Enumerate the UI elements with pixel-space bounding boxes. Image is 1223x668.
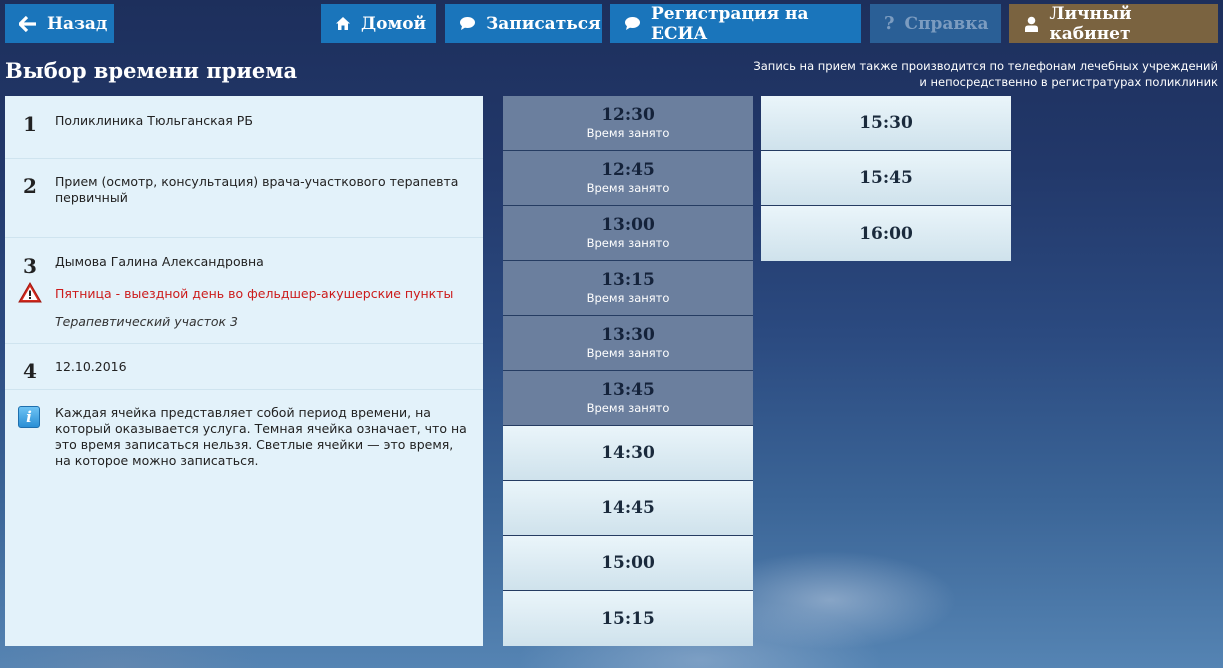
slot-status: Время занято	[586, 181, 670, 195]
step-number: 4	[23, 359, 37, 383]
district-text: Терапевтический участок 3	[55, 314, 238, 329]
esia-registration-button[interactable]: Регистрация на ЕСИА	[610, 3, 861, 44]
help-button-label: Справка	[904, 13, 989, 34]
warning-text: Пятница - выездной день во фельдшер-акуш…	[55, 286, 454, 301]
user-icon	[1023, 15, 1039, 33]
question-icon: ?	[884, 13, 895, 34]
doctor-name: Дымова Галина Александровна	[55, 254, 264, 269]
time-slot-available[interactable]: 14:30	[503, 426, 753, 481]
slot-time: 13:30	[601, 325, 655, 345]
step-number: 2	[23, 174, 37, 198]
step-doctor: 3 Дымова Галина Александровна Пятница - …	[5, 238, 483, 344]
clinic-name: Поликлиника Тюльганская РБ	[55, 113, 253, 128]
step-date: 4 12.10.2016	[5, 344, 483, 390]
help-button[interactable]: ? Справка	[870, 4, 1001, 43]
step-service: 2 Прием (осмотр, консультация) врача-уча…	[5, 159, 483, 238]
step-number: 1	[23, 112, 37, 136]
time-slot-busy: 13:15 Время занято	[503, 261, 753, 316]
step-clinic: 1 Поликлиника Тюльганская РБ	[5, 96, 483, 159]
personal-cabinet-button[interactable]: Личный кабинет	[1009, 3, 1218, 44]
slot-time: 15:15	[601, 608, 655, 629]
home-button-label: Домой	[361, 13, 427, 34]
slot-time: 15:00	[601, 553, 655, 573]
arrow-left-icon	[19, 15, 37, 33]
personal-cabinet-button-label: Личный кабинет	[1049, 3, 1132, 44]
time-slot-available[interactable]: 15:15	[503, 591, 753, 646]
warning-triangle-icon	[18, 282, 42, 303]
time-slot-busy: 12:30 Время занято	[503, 96, 753, 151]
slot-status: Время занято	[586, 291, 670, 305]
time-slot-busy: 12:45 Время занято	[503, 151, 753, 206]
phone-notice: Запись на прием также производится по те…	[698, 58, 1218, 90]
phone-notice-line1: Запись на прием также производится по те…	[753, 59, 1218, 73]
slot-time: 13:00	[601, 215, 655, 235]
time-slot-available[interactable]: 16:00	[761, 206, 1011, 261]
slot-time: 12:45	[601, 160, 655, 180]
time-slot-busy: 13:30 Время занято	[503, 316, 753, 371]
slot-time: 14:30	[601, 443, 655, 463]
home-icon	[335, 15, 351, 33]
phone-notice-line2: и непосредственно в регистратурах поликл…	[919, 75, 1218, 89]
back-button-label: Назад	[47, 13, 108, 34]
step-number: 3	[23, 254, 37, 278]
speech-bubble-icon	[624, 15, 641, 33]
speech-bubble-icon	[459, 15, 476, 33]
help-info-text: Каждая ячейка представляет собой период …	[55, 405, 467, 468]
selection-summary-panel: 1 Поликлиника Тюльганская РБ 2 Прием (ос…	[5, 96, 483, 646]
signup-button-label: Записаться	[486, 13, 601, 34]
slot-time: 15:30	[859, 113, 913, 133]
time-slots-column-2: 15:30 15:45 16:00	[761, 96, 1011, 261]
help-info: i Каждая ячейка представляет собой перио…	[5, 390, 483, 510]
slot-time: 13:15	[601, 270, 655, 290]
back-button[interactable]: Назад	[5, 4, 114, 43]
time-slot-busy: 13:00 Время занято	[503, 206, 753, 261]
slot-status: Время занято	[586, 236, 670, 250]
slot-time: 12:30	[601, 105, 655, 125]
home-button[interactable]: Домой	[321, 4, 436, 43]
time-slot-available[interactable]: 14:45	[503, 481, 753, 536]
slot-time: 13:45	[601, 380, 655, 400]
time-slot-busy: 13:45 Время занято	[503, 371, 753, 426]
info-icon: i	[18, 406, 40, 428]
time-slots-column-1: 12:30 Время занято 12:45 Время занято 13…	[503, 96, 753, 646]
selected-date: 12.10.2016	[55, 359, 127, 374]
slot-status: Время занято	[586, 346, 670, 360]
time-slot-available[interactable]: 15:30	[761, 96, 1011, 151]
signup-button[interactable]: Записаться	[445, 4, 602, 43]
slot-time: 16:00	[859, 223, 913, 244]
page-title: Выбор времени приема	[5, 58, 298, 83]
esia-registration-button-label: Регистрация на ЕСИА	[651, 3, 809, 44]
slot-time: 14:45	[601, 498, 655, 518]
service-name: Прием (осмотр, консультация) врача-участ…	[55, 174, 459, 205]
time-slot-available[interactable]: 15:00	[503, 536, 753, 591]
time-slot-available[interactable]: 15:45	[761, 151, 1011, 206]
slot-status: Время занято	[586, 401, 670, 415]
slot-time: 15:45	[859, 168, 913, 188]
slot-status: Время занято	[586, 126, 670, 140]
